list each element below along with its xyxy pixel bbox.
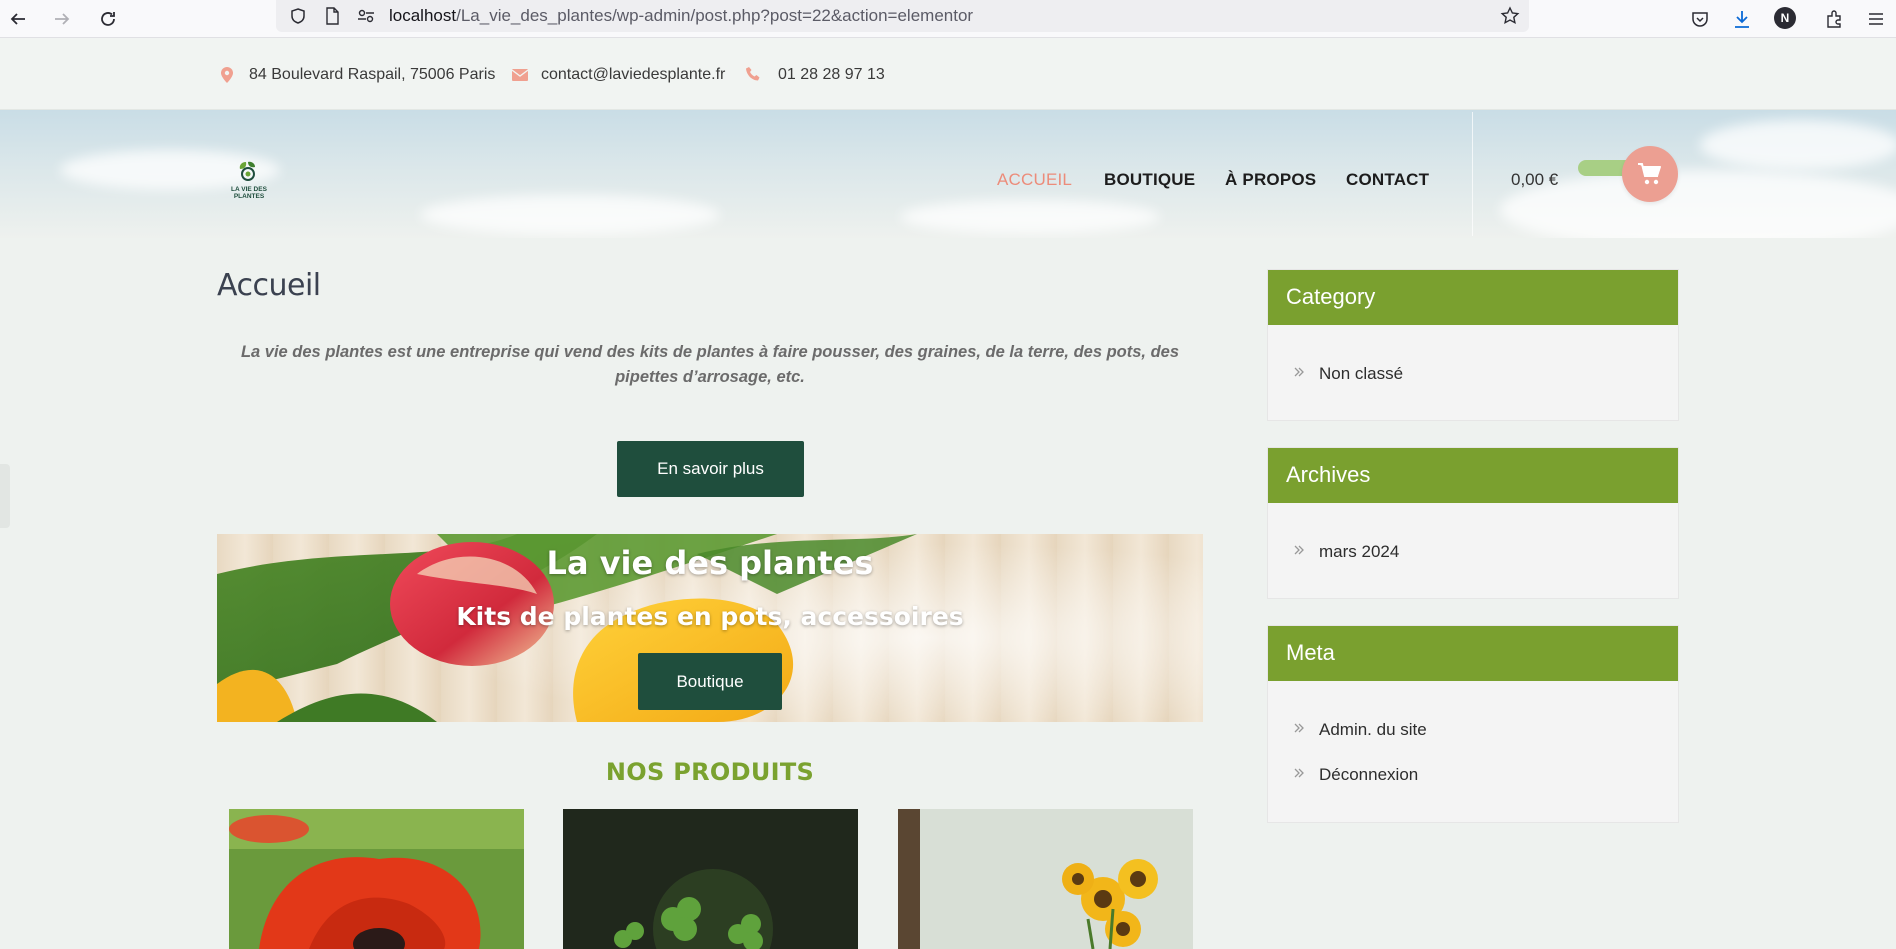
- cart-button[interactable]: [1622, 146, 1678, 202]
- back-button[interactable]: [4, 5, 32, 33]
- header-cloud: [420, 195, 720, 235]
- product-card-sunflowers[interactable]: [898, 809, 1193, 949]
- reload-button[interactable]: [94, 5, 122, 33]
- url-text[interactable]: localhost/La_vie_des_plantes/wp-admin/po…: [389, 6, 973, 26]
- product-card-clover[interactable]: [563, 809, 858, 949]
- archive-item-label: mars 2024: [1319, 541, 1400, 561]
- url-host: localhost: [389, 6, 457, 25]
- bookmark-star-icon[interactable]: [1498, 4, 1522, 28]
- permissions-icon[interactable]: [354, 4, 378, 28]
- logo-text-line-1: LA VIE DES: [231, 186, 267, 193]
- nav-contact[interactable]: CONTACT: [1346, 170, 1429, 190]
- reload-icon: [101, 12, 115, 26]
- envelope-icon: [511, 67, 529, 83]
- meta-item-admin[interactable]: Admin. du site: [1268, 707, 1678, 752]
- clover-image: [563, 809, 858, 949]
- header-divider: [1472, 112, 1473, 236]
- double-chevron-icon: [1294, 545, 1304, 555]
- profile-initial: N: [1780, 11, 1790, 25]
- meta-item-logout[interactable]: Déconnexion: [1268, 752, 1678, 797]
- widget-archives-list: mars 2024: [1268, 503, 1678, 574]
- header-cloud: [1500, 170, 1896, 238]
- widget-archives: Archives mars 2024: [1267, 447, 1679, 599]
- extensions-icon[interactable]: [1820, 5, 1848, 33]
- shopping-cart-icon: [1638, 163, 1661, 185]
- double-chevron-icon: [1294, 723, 1304, 733]
- page-icon[interactable]: [320, 4, 344, 28]
- archive-item[interactable]: mars 2024: [1268, 529, 1678, 574]
- products-section-title: NOS PRODUITS: [605, 758, 815, 786]
- widget-meta: Meta Admin. du site Déconnexion: [1267, 625, 1679, 823]
- browser-toolbar: localhost/La_vie_des_plantes/wp-admin/po…: [0, 0, 1896, 38]
- forward-arrow-icon: [55, 13, 70, 25]
- category-item-label: Non classé: [1319, 363, 1404, 383]
- topbar-email[interactable]: contact@laviedesplante.fr: [541, 66, 725, 84]
- shield-icon[interactable]: [286, 4, 310, 28]
- topbar-phone[interactable]: 01 28 28 97 13: [778, 66, 885, 84]
- profile-avatar[interactable]: N: [1774, 7, 1796, 29]
- map-marker-icon: [220, 66, 234, 84]
- back-arrow-icon: [10, 13, 25, 25]
- nav-boutique[interactable]: BOUTIQUE: [1104, 170, 1195, 190]
- hero-banner: La vie des plantes Kits de plantes en po…: [217, 534, 1203, 722]
- en-savoir-plus-button[interactable]: En savoir plus: [617, 441, 804, 497]
- category-item[interactable]: Non classé: [1268, 351, 1678, 396]
- intro-text: La vie des plantes est une entreprise qu…: [240, 343, 1180, 386]
- widget-archives-title: Archives: [1268, 448, 1678, 503]
- topbar: 84 Boulevard Raspail, 75006 Paris contac…: [0, 38, 1896, 110]
- side-panel-handle[interactable]: [0, 464, 10, 528]
- nav-a-propos[interactable]: À PROPOS: [1225, 170, 1316, 190]
- logo-text: LA VIE DES PLANTES: [218, 186, 280, 200]
- site-logo[interactable]: LA VIE DES PLANTES: [226, 158, 272, 204]
- header-cloud: [1700, 120, 1896, 170]
- site-header: LA VIE DES PLANTES ACCUEIL BOUTIQUE À PR…: [0, 110, 1896, 238]
- header-cloud: [900, 200, 1160, 234]
- widget-category: Category Non classé: [1267, 269, 1679, 421]
- cart-total[interactable]: 0,00 €: [1511, 170, 1558, 190]
- nav-accueil[interactable]: ACCUEIL: [997, 170, 1072, 190]
- double-chevron-icon: [1294, 768, 1304, 778]
- poppy-image: [229, 809, 524, 949]
- hero-subtitle: Kits de plantes en pots, accessoires: [456, 602, 964, 631]
- url-path: /La_vie_des_plantes/wp-admin/post.php?po…: [456, 6, 974, 25]
- phone-icon: [745, 66, 761, 82]
- topbar-address: 84 Boulevard Raspail, 75006 Paris: [249, 66, 496, 83]
- meta-item-logout-label: Déconnexion: [1319, 764, 1419, 784]
- widget-category-list: Non classé: [1268, 325, 1678, 396]
- logo-text-line-2: PLANTES: [233, 193, 265, 200]
- product-card-poppy[interactable]: [229, 809, 524, 949]
- widget-meta-title: Meta: [1268, 626, 1678, 681]
- pocket-icon[interactable]: [1686, 5, 1714, 33]
- menu-hamburger-icon[interactable]: [1862, 5, 1890, 33]
- forward-button[interactable]: [48, 5, 76, 33]
- boutique-button[interactable]: Boutique: [638, 653, 782, 710]
- download-icon[interactable]: [1728, 5, 1756, 33]
- double-chevron-icon: [1294, 367, 1304, 377]
- widget-meta-list: Admin. du site Déconnexion: [1268, 681, 1678, 797]
- sunflowers-image: [898, 809, 1193, 949]
- widget-category-title: Category: [1268, 270, 1678, 325]
- meta-item-admin-label: Admin. du site: [1319, 719, 1427, 739]
- page-title: Accueil: [217, 268, 321, 303]
- hero-title: La vie des plantes: [546, 544, 874, 582]
